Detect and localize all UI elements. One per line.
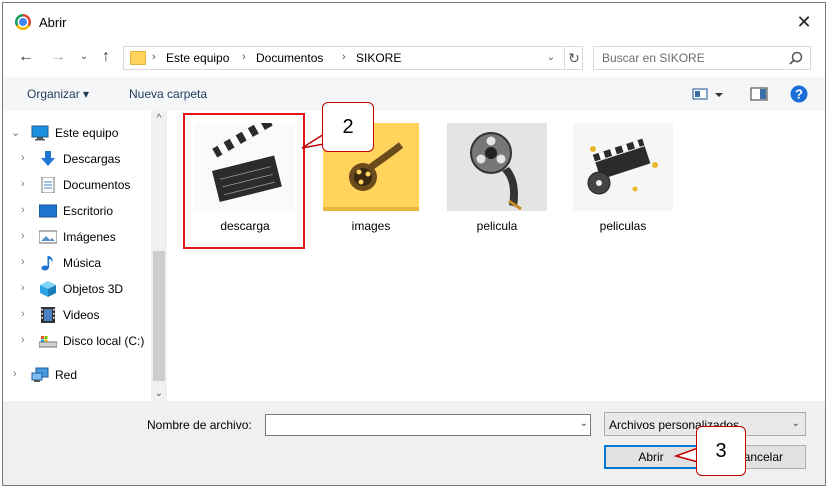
cube-icon: [40, 281, 56, 297]
music-icon: [41, 256, 53, 271]
sidebar-item-disco-local[interactable]: › Disco local (C:): [3, 329, 153, 353]
sidebar-item-descargas[interactable]: › Descargas: [3, 147, 153, 171]
scroll-thumb[interactable]: [153, 251, 165, 381]
sidebar-item-documentos[interactable]: › Documentos: [3, 173, 153, 197]
view-options-icon[interactable]: [691, 84, 725, 104]
search-icon[interactable]: [788, 50, 804, 66]
pictures-icon: [39, 230, 57, 244]
document-icon: [41, 177, 55, 193]
breadcrumb-sikore[interactable]: SIKORE: [356, 51, 401, 65]
file-item-pelicula[interactable]: pelicula: [435, 111, 559, 241]
sidebar-item-videos[interactable]: › Videos: [3, 303, 153, 327]
file-name: pelicula: [476, 219, 518, 233]
filename-history-chevron-icon[interactable]: ⌄: [580, 418, 588, 429]
collapsed-chevron-icon[interactable]: ›: [21, 334, 25, 346]
collapsed-chevron-icon[interactable]: ›: [21, 282, 25, 294]
navigation-pane: ⌄ Este equipo › Descargas › Documentos ›…: [3, 111, 171, 401]
address-bar[interactable]: › Este equipo › Documentos › SIKORE ⌄ ↻: [123, 46, 583, 70]
sidebar-item-label: Escritorio: [63, 204, 114, 218]
file-list: descarga images pelicula peliculas: [171, 111, 825, 401]
collapsed-chevron-icon[interactable]: ›: [21, 256, 25, 268]
file-item-peliculas[interactable]: peliculas: [561, 111, 685, 241]
collapsed-chevron-icon[interactable]: ›: [13, 368, 17, 380]
address-row: ← → ⌄ ↑ › Este equipo › Documentos › SIK…: [3, 43, 825, 73]
download-icon: [41, 151, 55, 166]
sidebar-item-label: Este equipo: [55, 126, 119, 140]
computer-icon: [31, 125, 49, 141]
sidebar-item-label: Red: [55, 368, 78, 382]
command-bar: Organizar ▾ Nueva carpeta ?: [3, 77, 825, 112]
scroll-up-arrow-icon[interactable]: ^: [151, 113, 167, 124]
breadcrumb-este-equipo[interactable]: Este equipo: [166, 51, 229, 65]
preview-pane-icon[interactable]: [749, 84, 769, 104]
recent-locations-chevron-icon[interactable]: ⌄: [73, 46, 95, 68]
sidebar-item-este-equipo[interactable]: ⌄ Este equipo: [3, 121, 153, 145]
window-title: Abrir: [39, 15, 67, 30]
film-reel-thumbnail: [447, 123, 547, 211]
folder-icon: [130, 51, 146, 65]
sidebar-item-label: Disco local (C:): [63, 334, 145, 348]
step-callout-3: 3: [696, 426, 746, 476]
expanded-chevron-icon[interactable]: ⌄: [11, 126, 20, 139]
file-type-chevron-icon[interactable]: ⌄: [792, 418, 800, 429]
svg-text:?: ?: [795, 87, 803, 102]
sidebar-item-label: Documentos: [63, 178, 131, 192]
forward-arrow-icon[interactable]: →: [47, 46, 69, 68]
search-input[interactable]: Buscar en SIKORE: [593, 46, 811, 70]
refresh-icon[interactable]: ↻: [564, 47, 583, 69]
file-name: peliculas: [599, 219, 647, 233]
sidebar-item-objetos-3d[interactable]: › Objetos 3D: [3, 277, 153, 301]
filename-label: Nombre de archivo:: [147, 418, 252, 432]
file-name: images: [351, 219, 391, 233]
collapsed-chevron-icon[interactable]: ›: [21, 178, 25, 190]
sidebar-scrollbar[interactable]: ^ ⌄: [151, 111, 167, 401]
title-bar: Abrir ✕: [3, 3, 825, 39]
collapsed-chevron-icon[interactable]: ›: [21, 204, 25, 216]
collapsed-chevron-icon[interactable]: ›: [21, 230, 25, 242]
video-icon: [41, 307, 55, 323]
back-arrow-icon[interactable]: ←: [15, 46, 37, 68]
collapsed-chevron-icon[interactable]: ›: [21, 308, 25, 320]
address-dropdown-chevron-icon[interactable]: ⌄: [542, 49, 560, 67]
open-file-dialog: Abrir ✕ ← → ⌄ ↑ › Este equipo › Document…: [2, 2, 826, 486]
sidebar-item-imagenes[interactable]: › Imágenes: [3, 225, 153, 249]
breadcrumb-documentos[interactable]: Documentos: [256, 51, 323, 65]
sidebar-item-label: Descargas: [63, 152, 121, 166]
sidebar-item-label: Videos: [63, 308, 100, 322]
content-scrollbar[interactable]: [817, 111, 825, 401]
clapper-reel-thumbnail: [573, 123, 673, 211]
desktop-icon: [39, 204, 57, 218]
organize-menu[interactable]: Organizar ▾: [27, 87, 89, 101]
file-item-descarga[interactable]: descarga: [183, 111, 307, 249]
search-placeholder: Buscar en SIKORE: [602, 51, 705, 65]
chrome-icon: [15, 14, 31, 30]
breadcrumb-separator-icon: ›: [242, 51, 246, 63]
sidebar-item-label: Objetos 3D: [63, 282, 124, 296]
help-icon[interactable]: ?: [789, 84, 809, 104]
up-arrow-icon[interactable]: ↑: [95, 46, 117, 68]
breadcrumb-separator-icon: ›: [342, 51, 346, 63]
filename-input[interactable]: ⌄: [265, 414, 591, 436]
step-callout-2: 2: [322, 102, 374, 152]
sidebar-item-label: Imágenes: [63, 230, 116, 244]
breadcrumb-separator-icon: ›: [152, 51, 156, 63]
new-folder-button[interactable]: Nueva carpeta: [129, 87, 207, 101]
drive-icon: [39, 336, 57, 348]
network-icon: [31, 367, 49, 382]
selection-highlight-box: [183, 113, 305, 249]
scroll-down-arrow-icon[interactable]: ⌄: [151, 388, 167, 399]
sidebar-item-red[interactable]: › Red: [3, 363, 153, 387]
collapsed-chevron-icon[interactable]: ›: [21, 152, 25, 164]
close-button[interactable]: ✕: [793, 11, 815, 33]
sidebar-item-musica[interactable]: › Música: [3, 251, 153, 275]
sidebar-item-label: Música: [63, 256, 102, 270]
sidebar-item-escritorio[interactable]: › Escritorio: [3, 199, 153, 223]
